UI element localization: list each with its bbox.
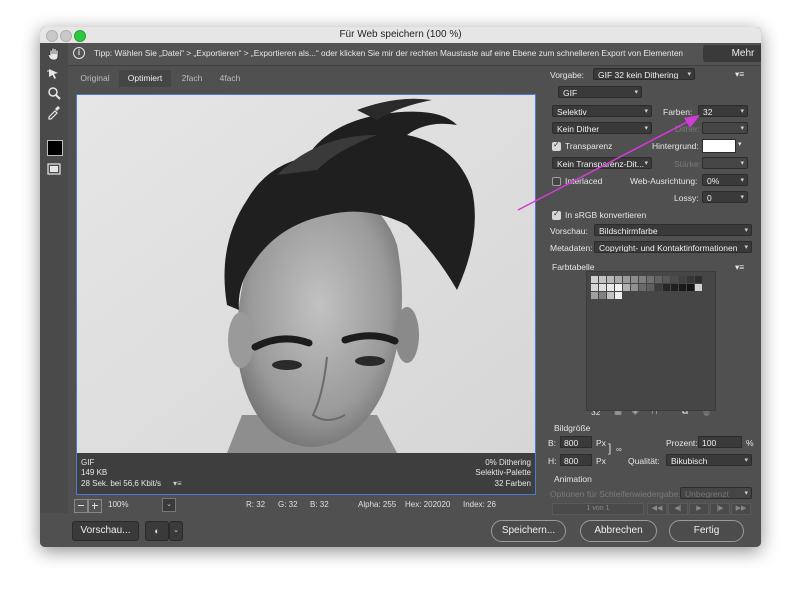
annotation-arrow [517,115,700,211]
